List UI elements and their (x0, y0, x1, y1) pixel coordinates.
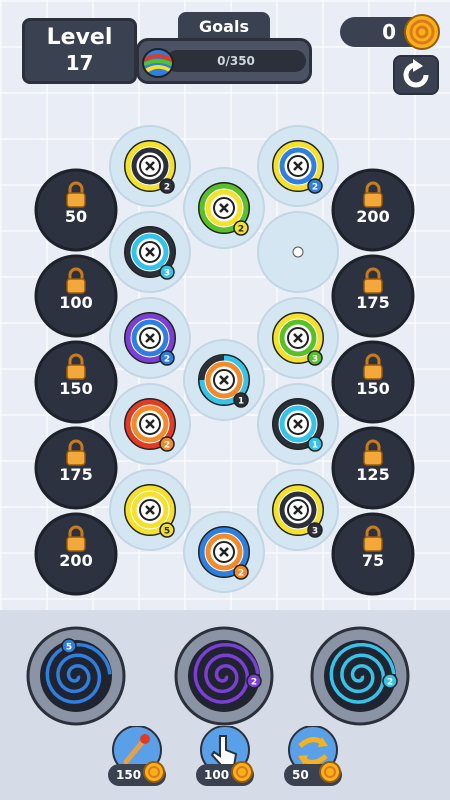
unlock-cost: 200 (356, 207, 389, 226)
thread-spool[interactable]: 2 (109, 125, 191, 207)
thread-spool[interactable]: 3 (109, 211, 191, 293)
unlock-cost: 175 (356, 293, 389, 312)
spool-count: 5 (164, 527, 170, 537)
locked-slot[interactable]: 200 (34, 512, 118, 596)
unlock-cost: 125 (356, 465, 389, 484)
unlock-cost: 150 (356, 379, 389, 398)
collector-count: 5 (66, 643, 72, 653)
spool-count: 1 (312, 441, 318, 451)
locked-slot[interactable]: 175 (34, 426, 118, 510)
locked-slot[interactable]: 75 (331, 512, 415, 596)
unlock-cost: 175 (59, 465, 92, 484)
thread-collector[interactable]: 5 (26, 626, 126, 726)
locked-slot[interactable]: 100 (34, 254, 118, 338)
thread-spool[interactable]: 3 (257, 297, 339, 379)
unlock-cost: 100 (59, 293, 92, 312)
locked-slot[interactable]: 150 (331, 340, 415, 424)
unlock-cost: 75 (362, 551, 384, 570)
spool-count: 3 (312, 527, 318, 537)
thread-collector[interactable]: 2 (174, 626, 274, 726)
locked-slot[interactable]: 175 (331, 254, 415, 338)
thread-spool[interactable]: 3 (257, 469, 339, 551)
locked-slot[interactable]: 150 (34, 340, 118, 424)
coin-icon (319, 761, 341, 783)
unlock-cost: 200 (59, 551, 92, 570)
coin-icon (231, 761, 253, 783)
spool-count: 2 (238, 225, 244, 235)
thread-spool[interactable]: 2 (183, 511, 265, 593)
spool-count: 3 (312, 355, 318, 365)
locked-slot[interactable]: 125 (331, 426, 415, 510)
thread-spool[interactable]: 2 (183, 167, 265, 249)
game-board: 50 100 150 175 200 200 175 150 125 75 2 2 2 3 2 3 1 2 1 5 3 2 (34, 125, 415, 596)
spool-count: 1 (238, 397, 244, 407)
thread-spool[interactable]: 2 (109, 383, 191, 465)
spool-count: 2 (164, 355, 170, 365)
spool-count: 2 (238, 569, 244, 579)
locked-slot[interactable]: 50 (34, 168, 118, 252)
unlock-cost: 150 (59, 379, 92, 398)
coin-icon (143, 761, 165, 783)
thread-spool[interactable]: 1 (183, 339, 265, 421)
collector-count: 2 (387, 678, 393, 688)
thread-spool[interactable]: 1 (257, 383, 339, 465)
empty-slot[interactable] (257, 211, 339, 293)
unlock-cost: 50 (65, 207, 87, 226)
spool-count: 3 (164, 269, 170, 279)
thread-spool[interactable]: 2 (257, 125, 339, 207)
thread-spool[interactable]: 5 (109, 469, 191, 551)
spool-count: 2 (164, 183, 170, 193)
thread-collector[interactable]: 2 (310, 626, 410, 726)
locked-slot[interactable]: 200 (331, 168, 415, 252)
thread-spool[interactable]: 2 (109, 297, 191, 379)
spool-count: 2 (164, 441, 170, 451)
spool-count: 2 (312, 183, 318, 193)
collector-count: 2 (251, 678, 257, 688)
